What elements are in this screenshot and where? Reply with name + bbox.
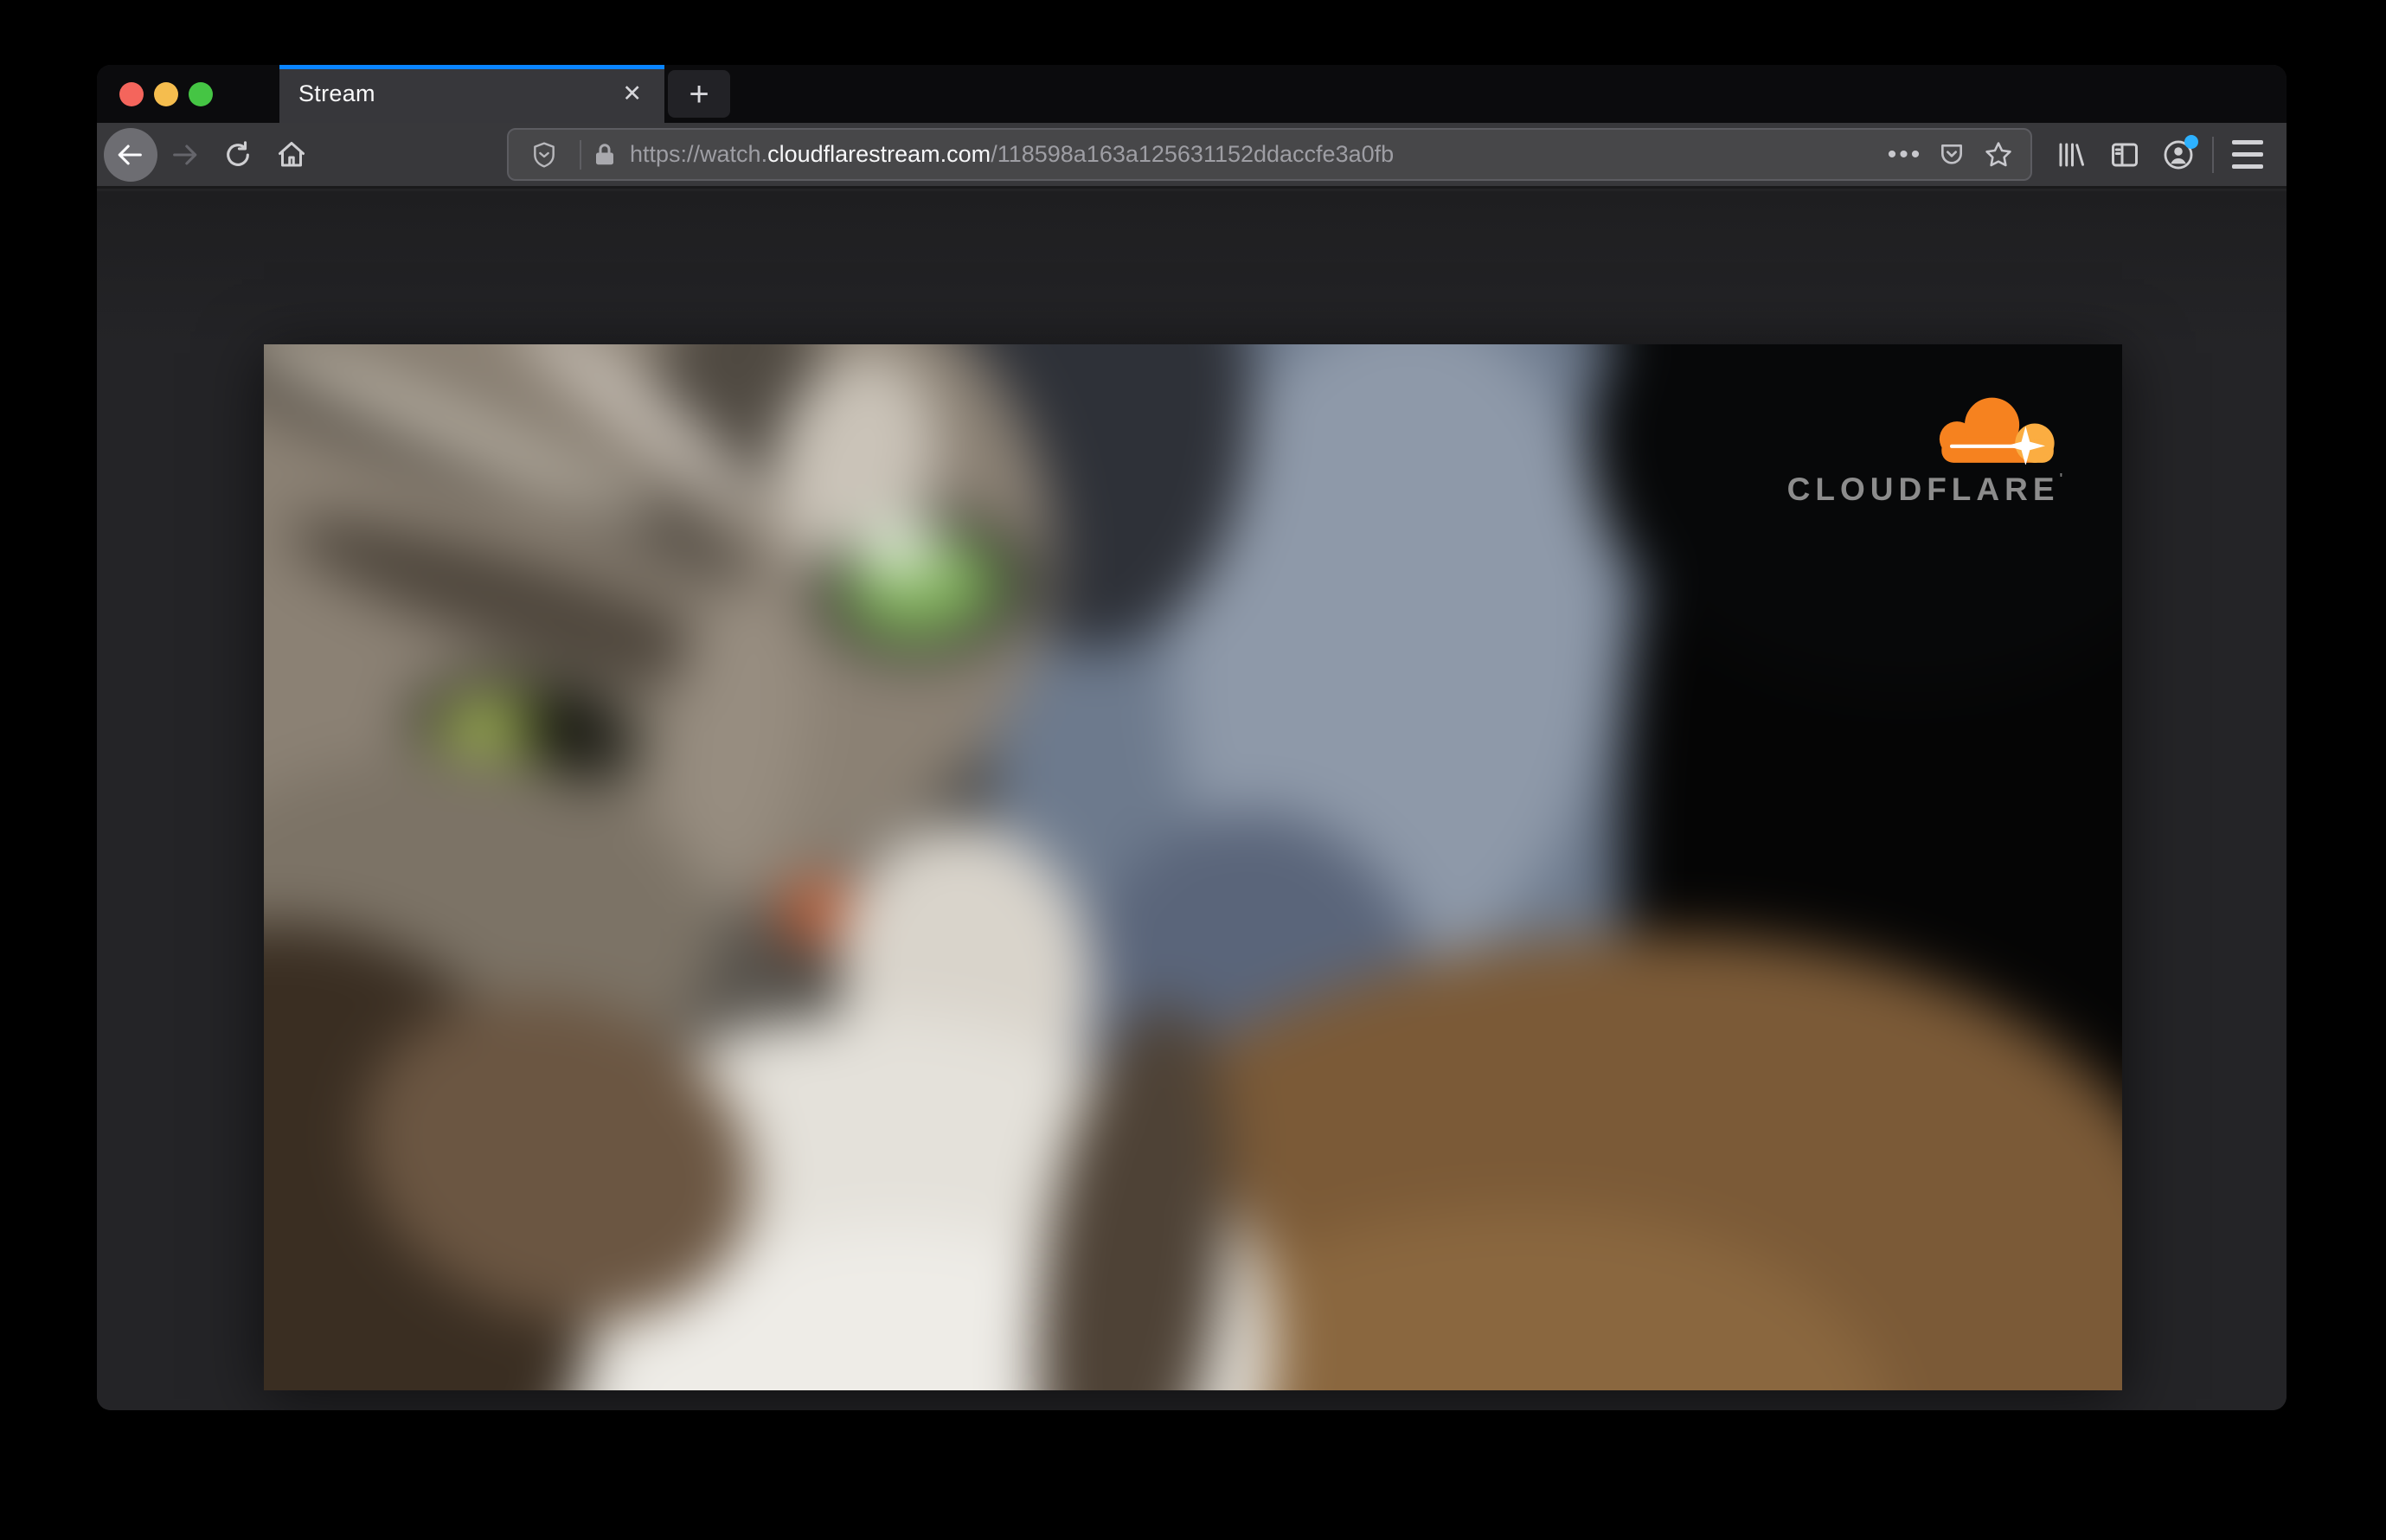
video-player[interactable]: CLOUDFLARE' — [264, 344, 2122, 1390]
library-button[interactable] — [2044, 128, 2098, 182]
cloudflare-cloud-icon — [1939, 397, 2055, 465]
page-actions-button[interactable]: ••• — [1882, 132, 1928, 178]
ellipsis-icon: ••• — [1887, 139, 1923, 169]
new-tab-button[interactable]: + — [668, 70, 730, 118]
forward-button[interactable] — [157, 128, 211, 182]
reload-icon — [223, 140, 253, 170]
notification-dot — [2184, 134, 2198, 149]
window-controls — [97, 65, 279, 123]
reload-button[interactable] — [211, 128, 265, 182]
tracking-protection-shield-icon[interactable] — [521, 132, 568, 178]
desktop: { "window": { "traffic_lights": { "close… — [0, 0, 2386, 1540]
save-to-pocket-button[interactable] — [1928, 132, 1975, 178]
menu-icon — [2232, 140, 2263, 169]
url-display: https://watch.cloudflarestream.com/11859… — [630, 141, 1882, 168]
library-icon — [2056, 139, 2087, 170]
zoom-window-button[interactable] — [189, 81, 213, 106]
cat-nose-highlight — [795, 887, 836, 915]
home-button[interactable] — [265, 128, 318, 182]
pocket-icon — [1938, 141, 1966, 169]
cloudflare-logo: CLOUDFLARE' — [1782, 394, 2068, 508]
toolbar-separator — [2212, 136, 2214, 173]
url-domain: cloudflarestream.com — [767, 141, 991, 167]
tab-bar: Stream ✕ + — [97, 65, 2287, 123]
cloudflare-wordmark: CLOUDFLARE' — [1786, 472, 2063, 507]
active-tab-accent-line — [279, 65, 664, 69]
url-path: /118598a163a125631152ddaccfe3a0fb — [991, 141, 1395, 167]
close-window-button[interactable] — [119, 81, 144, 106]
browser-window: Stream ✕ + https://watch.cloudflarestrea… — [97, 65, 2287, 1410]
sidebar-icon — [2109, 139, 2140, 170]
cat-right-eye-highlight — [854, 520, 944, 577]
close-tab-icon[interactable]: ✕ — [615, 79, 649, 109]
urlbar-divider — [580, 139, 581, 170]
back-icon — [104, 127, 157, 182]
page-content: CLOUDFLARE' — [97, 191, 2287, 1410]
star-icon — [1984, 140, 2013, 170]
menu-button[interactable] — [2221, 128, 2274, 182]
trademark-mark: ' — [2059, 472, 2063, 486]
account-button[interactable] — [2152, 128, 2205, 182]
back-button[interactable] — [104, 127, 157, 182]
tab-stream[interactable]: Stream ✕ — [279, 65, 664, 123]
forward-icon — [170, 140, 199, 170]
navigation-toolbar: https://watch.cloudflarestream.com/11859… — [97, 123, 2287, 189]
tab-title: Stream — [298, 80, 375, 106]
account-icon — [2162, 134, 2198, 171]
address-bar[interactable]: https://watch.cloudflarestream.com/11859… — [507, 128, 2032, 181]
sidebar-button[interactable] — [2098, 128, 2152, 182]
lock-icon[interactable] — [592, 142, 618, 168]
minimize-window-button[interactable] — [154, 81, 178, 106]
url-scheme: https://watch. — [630, 141, 768, 167]
home-icon — [276, 139, 307, 170]
bookmark-star-button[interactable] — [1975, 132, 2022, 178]
